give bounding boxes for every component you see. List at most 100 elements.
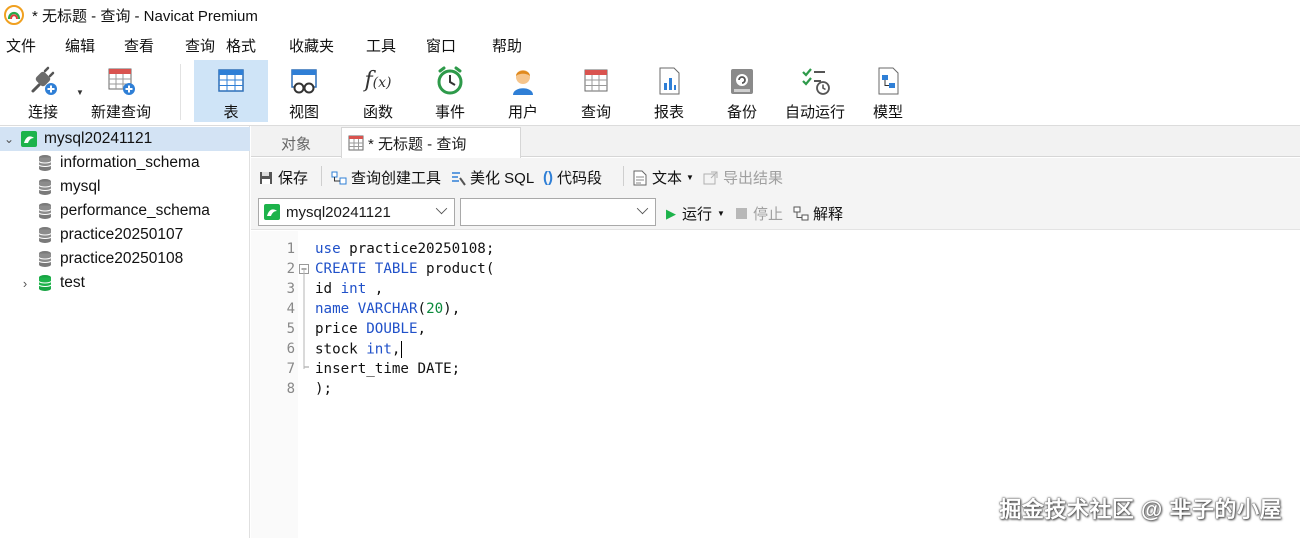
connection-node[interactable]: ⌄ mysql20241121: [0, 127, 250, 151]
toolbar-new-query-label: 新建查询: [90, 104, 151, 121]
sql-text: product(: [417, 261, 495, 277]
toolbar-user-button[interactable]: 用户: [495, 60, 551, 122]
toolbar-event-button[interactable]: 事件: [422, 60, 478, 122]
tab-query-label: * 无标题 - 查询: [368, 135, 467, 153]
explain-button[interactable]: 解释: [793, 203, 843, 224]
save-button[interactable]: 保存: [259, 167, 308, 188]
run-button[interactable]: ▶ 运行 ▼: [666, 203, 725, 224]
database-select[interactable]: [460, 198, 656, 226]
menu-bar: 文件 编辑 查看 查询 格式 收藏夹 工具 窗口 帮助: [0, 30, 1300, 58]
window-title: * 无标题 - 查询 - Navicat Premium: [32, 7, 258, 25]
beautify-sql-label: 美化 SQL: [470, 170, 535, 187]
table-icon: [214, 64, 248, 97]
toolbar-user-label: 用户: [507, 104, 538, 121]
code-snippet-button[interactable]: () 代码段: [543, 167, 602, 188]
toolbar-model-button[interactable]: 模型: [860, 60, 916, 122]
database-node[interactable]: practice20250107: [0, 223, 250, 247]
toolbar-connect-button[interactable]: 连接: [10, 60, 76, 122]
line-number: 6: [286, 341, 295, 357]
chevron-down-icon[interactable]: ⌄: [2, 132, 16, 146]
mysql-connection-icon: [21, 131, 37, 147]
line-number: 8: [286, 381, 295, 397]
database-label: practice20250108: [60, 250, 184, 267]
query-run-bar: mysql20241121 ▶ 运行 ▼ 停止 解释: [251, 194, 1300, 230]
stop-icon: [736, 208, 747, 219]
text-dropdown-icon[interactable]: ▼: [686, 173, 694, 182]
menu-help[interactable]: 帮助: [492, 35, 522, 56]
menu-favorites[interactable]: 收藏夹: [289, 35, 334, 56]
sql-text: practice20250108;: [340, 241, 495, 257]
sql-keyword: int: [366, 341, 392, 357]
toolbar-separator: [623, 166, 624, 186]
toolbar-view-button[interactable]: 视图: [276, 60, 332, 122]
connection-select[interactable]: mysql20241121: [258, 198, 455, 226]
toolbar-report-button[interactable]: 报表: [641, 60, 697, 122]
code-line: 4 name VARCHAR(20),: [251, 299, 1300, 319]
database-node[interactable]: mysql: [0, 175, 250, 199]
tab-objects[interactable]: 对象: [251, 129, 341, 157]
connection-label: mysql20241121: [44, 130, 153, 147]
backup-icon: [725, 64, 759, 97]
toolbar-function-button[interactable]: f(x) 函数: [350, 60, 406, 122]
sql-keyword: DOUBLE: [366, 321, 418, 337]
run-dropdown-icon[interactable]: ▼: [717, 209, 725, 218]
database-node[interactable]: › test: [0, 271, 250, 295]
explain-icon: [793, 206, 809, 220]
chevron-down-icon: [636, 202, 649, 215]
code-snippet-label: 代码段: [557, 170, 603, 187]
toolbar-new-query-button[interactable]: 新建查询: [86, 60, 156, 122]
toolbar-separator: [321, 166, 322, 186]
sql-text: ,: [391, 341, 401, 357]
beautify-sql-button[interactable]: 美化 SQL: [450, 167, 534, 188]
sql-keyword: VARCHAR: [357, 301, 418, 317]
toolbar-backup-button[interactable]: 备份: [714, 60, 770, 122]
connect-dropdown-icon[interactable]: ▼: [76, 88, 84, 97]
automation-icon: [798, 64, 832, 97]
code-line: 1 use practice20250108;: [251, 239, 1300, 259]
menu-tools[interactable]: 工具: [366, 35, 396, 56]
mysql-connection-icon: [264, 204, 280, 220]
code-line: 7 insert_time DATE;: [251, 359, 1300, 379]
database-node[interactable]: information_schema: [0, 151, 250, 175]
toolbar-table-button[interactable]: 表: [194, 60, 268, 122]
line-number: 1: [286, 241, 295, 257]
menu-edit[interactable]: 编辑: [65, 35, 95, 56]
database-icon: [38, 179, 52, 195]
text-button[interactable]: 文本 ▼: [633, 167, 694, 188]
chevron-right-icon[interactable]: ›: [18, 276, 32, 291]
menu-format[interactable]: 格式: [226, 35, 256, 56]
toolbar-separator: [180, 64, 181, 120]
navicat-logo-icon: [4, 5, 24, 25]
main-toolbar: 连接 ▼ 新建查询 表 视图 f(x) 函数 事件 用户 查询 报表 备份 自动…: [0, 58, 1300, 126]
function-icon: f(x): [364, 68, 392, 93]
new-query-icon: [104, 64, 138, 97]
menu-window[interactable]: 窗口: [426, 35, 456, 56]
toolbar-table-label: 表: [223, 104, 239, 121]
export-results-button[interactable]: 导出结果: [703, 167, 783, 188]
query-builder-button[interactable]: 查询创建工具: [331, 167, 441, 188]
database-node[interactable]: practice20250108: [0, 247, 250, 271]
stop-button[interactable]: 停止: [736, 203, 783, 224]
sql-text: ,: [366, 281, 384, 297]
menu-file[interactable]: 文件: [6, 35, 36, 56]
save-label: 保存: [278, 170, 309, 187]
clock-icon: [433, 64, 467, 97]
code-snippet-icon: (): [543, 169, 553, 186]
export-icon: [703, 171, 718, 184]
sql-text: );: [315, 381, 333, 397]
stop-label: 停止: [753, 206, 784, 223]
database-label: information_schema: [60, 154, 200, 171]
sql-text: insert_time DATE;: [315, 361, 461, 377]
database-label: performance_schema: [60, 202, 210, 219]
toolbar-query-button[interactable]: 查询: [568, 60, 624, 122]
database-node[interactable]: performance_schema: [0, 199, 250, 223]
query-tab-icon: [348, 135, 364, 151]
code-line: 6 stock int,: [251, 339, 1300, 359]
watermark: 掘金技术社区 @ 芈子的小屋: [999, 497, 1282, 522]
toolbar-automation-button[interactable]: 自动运行: [782, 60, 848, 122]
menu-query[interactable]: 查询: [185, 35, 215, 56]
tab-query[interactable]: * 无标题 - 查询: [341, 127, 521, 158]
menu-view[interactable]: 查看: [124, 35, 154, 56]
sql-keyword: use: [315, 241, 341, 257]
explain-label: 解释: [813, 206, 844, 223]
